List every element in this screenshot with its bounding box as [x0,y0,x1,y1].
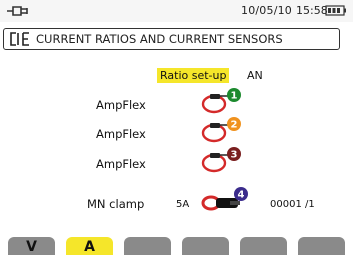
mn-clamp-ratio[interactable]: 00001 /1 [270,199,315,210]
status-time: 15:58 [296,4,328,17]
tab-empty-5[interactable] [240,237,287,255]
sensor-3-label: AmpFlex [96,157,146,171]
sensor-2-number: 2 [231,120,238,131]
status-date: 10/05/10 [241,4,293,17]
tab-empty-4[interactable] [182,237,229,255]
mn-clamp-rating[interactable]: 5A [176,199,189,210]
mn-clamp-number: 4 [238,190,245,201]
mn-clamp-icon[interactable]: 4 [200,185,250,215]
sensor-3-number: 3 [231,150,238,161]
plug-icon [7,6,28,16]
tab-empty-6[interactable] [298,237,345,255]
ratio-setup-value[interactable]: AN [247,68,263,83]
sensor-1-label: AmpFlex [96,98,146,112]
tab-current[interactable]: A [66,237,113,255]
sensor-2-label: AmpFlex [96,127,146,141]
ratio-setup-label[interactable]: Ratio set-up [157,68,230,83]
screen-title: CURRENT RATIOS AND CURRENT SENSORS [36,32,283,46]
mn-clamp-label: MN clamp [87,197,145,211]
battery-icon [325,5,346,16]
ampflex-sensor-2-icon[interactable]: 2 [200,115,244,145]
sensor-1-number: 1 [231,91,238,102]
ampflex-sensor-1-icon[interactable]: 1 [200,86,244,116]
tab-empty-3[interactable] [124,237,171,255]
bottom-tab-bar: V A [0,234,353,255]
status-bar: 10/05/10 15:58 [0,0,353,22]
tab-voltage[interactable]: V [8,237,55,255]
ampflex-sensor-3-icon[interactable]: 3 [200,145,244,175]
screen-title-bar: CURRENT RATIOS AND CURRENT SENSORS [3,28,340,50]
current-ratio-icon [10,32,29,46]
